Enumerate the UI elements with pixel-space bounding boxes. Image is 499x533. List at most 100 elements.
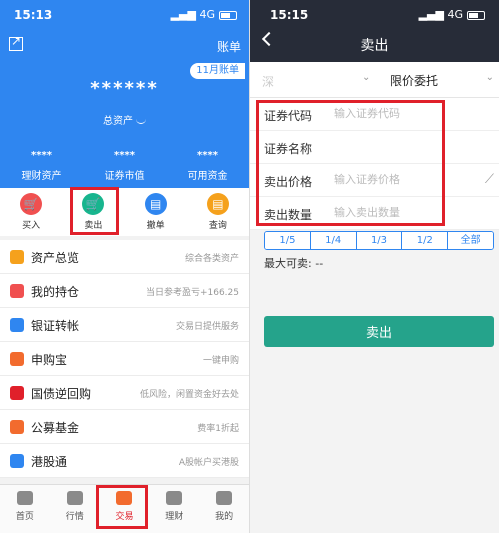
fraction-button-all[interactable]: 全部 [448, 232, 493, 249]
menu-item-holdings[interactable]: 我的持仓 当日参考盈亏+166.25 [0, 274, 249, 308]
sell-screen: 15:15 ▂▄▆ 4G 卖出 深 ⌄ 限价委托 ⌄ 证券代码 证券名称 卖出价… [249, 0, 499, 533]
fraction-button-1-4[interactable]: 1/4 [310, 232, 357, 249]
query-button[interactable]: ▤ 查询 [187, 188, 249, 236]
max-sellable-value: -- [315, 257, 324, 270]
signal-icon: ▂▄▆ [170, 8, 196, 21]
ipo-icon [10, 352, 24, 366]
status-time: 15:15 [270, 8, 309, 22]
menu-item-hk-connect[interactable]: 港股通 A股帐户买港股 [0, 444, 249, 478]
stat-label: 可用资金 [187, 171, 228, 182]
status-time: 15:13 [14, 8, 53, 22]
order-type-select[interactable]: 限价委托 [390, 72, 438, 89]
asset-header: 15:13 ▂▄▆ 4G 账单 11月账单 ****** 总资产 **** 理财资… [0, 0, 249, 188]
menu-item-reverse-repo[interactable]: 国债逆回购 低风险，闲置资金好去处 [0, 376, 249, 410]
tab-market[interactable]: 行情 [50, 485, 100, 533]
asset-stats: **** 理财资产 **** 证券市值 **** 可用资金 [0, 150, 249, 182]
page-title: 卖出 [360, 38, 389, 54]
market-select[interactable]: 深 [262, 73, 274, 90]
menu-label: 申购宝 [31, 353, 68, 367]
menu-item-bank-transfer[interactable]: 银证转帐 交易日提供服务 [0, 308, 249, 342]
signal-icon: ▂▄▆ [418, 8, 444, 21]
trade-actions: 🛒 买入 🛒 卖出 ▤ 撤单 ▤ 查询 [0, 188, 249, 236]
network-label: 4G [447, 8, 463, 21]
tab-label: 理财 [165, 512, 184, 522]
cancel-order-label: 撤单 [146, 221, 165, 231]
stat-label: 理财资产 [21, 171, 62, 182]
menu-label: 港股通 [31, 455, 68, 469]
flower-icon [10, 454, 24, 468]
nav-header: 15:15 ▂▄▆ 4G 卖出 [250, 0, 499, 62]
stat-financial: **** 理财资产 [0, 150, 83, 182]
max-sellable-label: 最大可卖: [264, 257, 312, 270]
document-icon: ▤ [144, 193, 167, 215]
menu-label: 我的持仓 [31, 285, 80, 299]
menu-desc: 当日参考盈亏+166.25 [145, 288, 239, 298]
tab-label: 我的 [215, 512, 234, 522]
wallet-icon [166, 491, 183, 505]
tab-me[interactable]: 我的 [199, 485, 249, 533]
buy-button[interactable]: 🛒 买入 [0, 188, 62, 236]
stat-label: 证券市值 [104, 171, 145, 182]
highlight-trade-tab-box [96, 485, 148, 529]
total-assets-text: 总资产 [103, 116, 133, 127]
cancel-order-button[interactable]: ▤ 撤单 [125, 188, 187, 236]
tab-finance[interactable]: 理财 [149, 485, 199, 533]
buy-label: 买入 [22, 221, 41, 231]
menu-desc: 费率1折起 [197, 424, 239, 434]
month-bill-chip[interactable]: 11月账单 [190, 63, 245, 79]
stat-value: **** [197, 150, 218, 161]
fraction-button-1-2[interactable]: 1/2 [402, 232, 449, 249]
query-label: 查询 [208, 221, 227, 231]
highlight-form-box [256, 100, 445, 226]
stat-value: **** [114, 150, 135, 161]
chevron-down-icon[interactable]: ⌄ [486, 72, 494, 83]
status-signal: ▂▄▆ 4G [171, 8, 237, 21]
battery-icon [219, 10, 237, 20]
menu-desc: 交易日提供服务 [175, 322, 239, 332]
eye-closed-icon[interactable] [136, 119, 146, 124]
expand-icon[interactable] [9, 34, 23, 51]
bar-chart-icon [66, 491, 83, 505]
screenshot-pair: 15:13 ▂▄▆ 4G 账单 11月账单 ****** 总资产 ****理财资… [0, 0, 499, 533]
user-icon [216, 491, 233, 505]
money-bag-icon [10, 386, 24, 400]
menu-item-ipo[interactable]: 申购宝 一键申购 [0, 342, 249, 376]
cart-icon: 🛒 [20, 193, 43, 215]
menu-label: 银证转帐 [31, 319, 80, 333]
card-icon [10, 318, 24, 332]
menu-item-asset-overview[interactable]: 资产总览 综合各类资产 [0, 240, 249, 274]
max-sellable: 最大可卖: -- [264, 255, 323, 271]
stat-market-value: **** 证券市值 [83, 150, 166, 182]
status-signal: ▂▄▆ 4G [419, 8, 485, 21]
menu-label: 资产总览 [31, 251, 80, 265]
total-assets-label: 总资产 [0, 112, 249, 127]
submit-sell-button[interactable]: 卖出 [264, 316, 494, 347]
menu-label: 公募基金 [31, 421, 80, 435]
tab-label: 行情 [65, 512, 84, 522]
stat-available-funds: **** 可用资金 [166, 150, 249, 182]
menu-label: 国债逆回购 [31, 387, 92, 401]
chevron-down-icon[interactable]: ⌄ [362, 72, 370, 83]
fund-icon [10, 420, 24, 434]
fraction-button-1-3[interactable]: 1/3 [356, 232, 403, 249]
status-bar: 15:13 ▂▄▆ 4G [0, 0, 249, 28]
quantity-fraction-buttons: 1/5 1/4 1/3 1/2 全部 [264, 231, 494, 250]
trend-chart-icon[interactable]: ⟋ [485, 172, 494, 187]
highlight-sell-box [70, 187, 119, 235]
network-label: 4G [199, 8, 215, 21]
tab-home[interactable]: 首页 [0, 485, 50, 533]
battery-icon [467, 10, 485, 20]
total-assets-value: ****** [90, 78, 159, 99]
stat-value: **** [31, 150, 52, 161]
tab-label: 首页 [15, 512, 34, 522]
document-icon: ▤ [206, 193, 229, 215]
hand-coin-icon [10, 284, 24, 298]
bill-link[interactable]: 账单 [217, 38, 241, 55]
order-selectors: 深 ⌄ 限价委托 ⌄ [250, 62, 499, 98]
menu-desc: A股帐户买港股 [178, 458, 239, 468]
wallet-icon [10, 250, 24, 264]
home-icon [16, 491, 33, 505]
menu-desc: 低风险，闲置资金好去处 [139, 390, 239, 400]
menu-item-public-fund[interactable]: 公募基金 费率1折起 [0, 410, 249, 444]
fraction-button-1-5[interactable]: 1/5 [265, 232, 311, 249]
